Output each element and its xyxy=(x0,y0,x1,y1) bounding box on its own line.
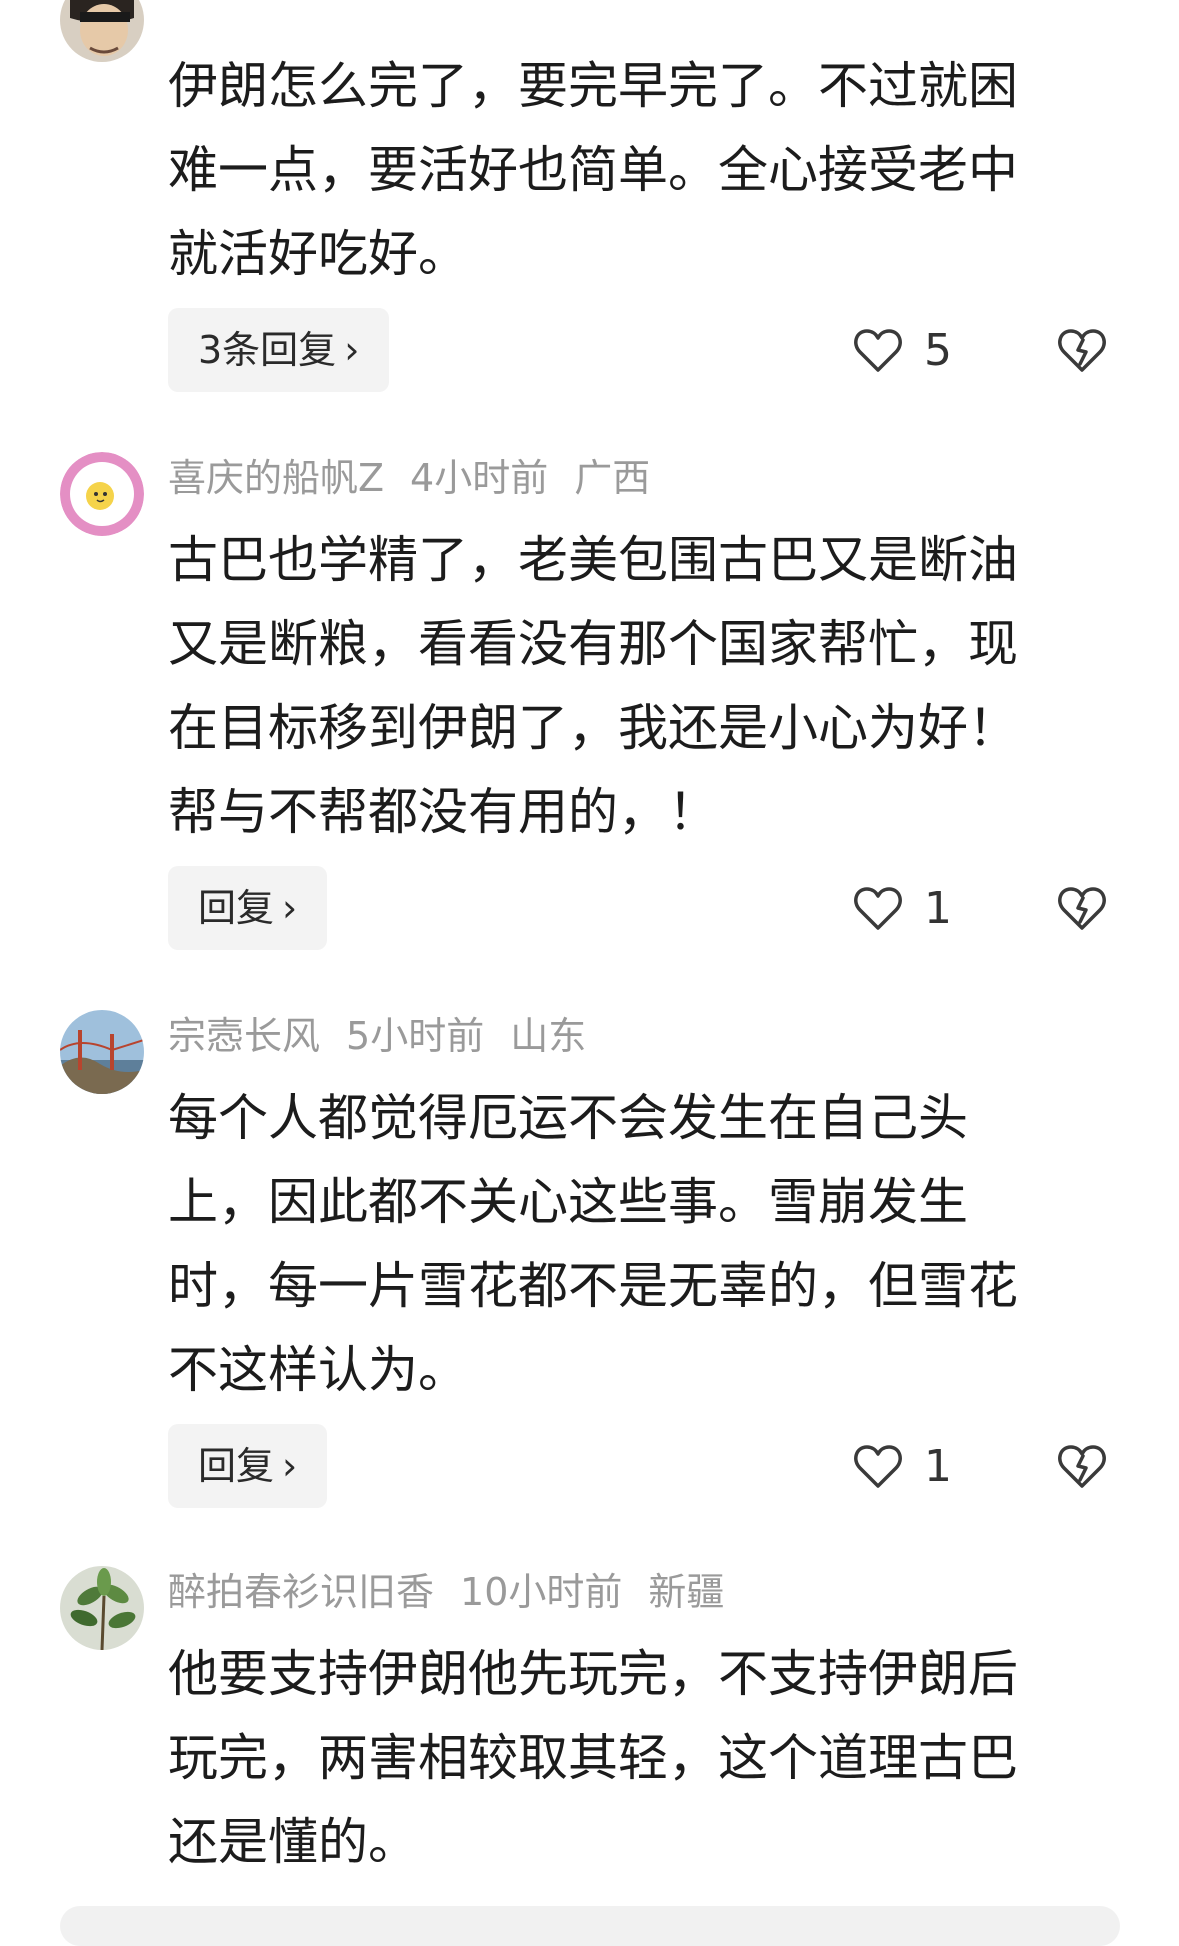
chevron-right-icon: › xyxy=(282,1444,298,1488)
username[interactable]: 宗悫长风 xyxy=(168,1014,320,1058)
bottom-input-bar[interactable] xyxy=(60,1906,1120,1946)
comment-meta: 宗悫长风 5小时前 山东 xyxy=(168,1006,612,1066)
username[interactable]: 喜庆的船帆Z xyxy=(168,456,384,500)
username[interactable]: 醉拍春衫识旧香 xyxy=(168,1570,434,1614)
like-count: 1 xyxy=(924,882,952,934)
like-count: 5 xyxy=(924,324,952,376)
timestamp: 5小时前 xyxy=(346,1014,485,1058)
user-avatar[interactable] xyxy=(60,0,144,62)
user-avatar[interactable] xyxy=(60,1010,144,1094)
location: 广西 xyxy=(574,456,651,500)
like-count: 1 xyxy=(924,1440,952,1492)
like-button[interactable]: 1 xyxy=(852,866,952,950)
heart-outline-icon xyxy=(854,1445,902,1488)
comment-text: 伊朗怎么完了，要完早完了。不过就困 难一点，要活好也简单。全心接受老中 就活好吃… xyxy=(168,57,1018,283)
user-avatar[interactable] xyxy=(60,452,144,536)
location: 新疆 xyxy=(648,1570,725,1614)
comment-text: 古巴也学精了，老美包围古巴又是断油 又是断粮，看看没有那个国家帮忙，现 在目标移… xyxy=(168,531,1018,841)
reply-button[interactable]: 回复 › xyxy=(168,866,328,950)
user-avatar[interactable] xyxy=(60,1566,144,1650)
dislike-button[interactable] xyxy=(1056,1424,1108,1508)
broken-heart-icon xyxy=(1058,887,1106,930)
timestamp: 4小时前 xyxy=(410,456,549,500)
chevron-right-icon: › xyxy=(282,886,298,930)
comment-text: 他要支持伊朗他先玩完，不支持伊朗后 玩完，两害相较取其轻，这个道理古巴 还是懂的… xyxy=(168,1645,1018,1871)
dislike-button[interactable] xyxy=(1056,866,1108,950)
heart-outline-icon xyxy=(854,329,902,372)
comment-text: 每个人都觉得厄运不会发生在自己头 上，因此都不关心这些事。雪崩发生 时，每一片雪… xyxy=(168,1089,1018,1399)
heart-outline-icon xyxy=(854,887,902,930)
comment-meta: 醉拍春衫识旧香 10小时前 新疆 xyxy=(168,1562,750,1622)
dislike-button[interactable] xyxy=(1056,308,1108,392)
broken-heart-icon xyxy=(1058,1445,1106,1488)
like-button[interactable]: 5 xyxy=(852,308,952,392)
location: 山东 xyxy=(510,1014,587,1058)
comment-meta: 喜庆的船帆Z 4小时前 广西 xyxy=(168,448,676,508)
like-button[interactable]: 1 xyxy=(852,1424,952,1508)
timestamp: 10小时前 xyxy=(460,1570,623,1614)
chevron-right-icon: › xyxy=(344,328,360,372)
broken-heart-icon xyxy=(1058,329,1106,372)
reply-button[interactable]: 回复 › xyxy=(168,1424,328,1508)
view-replies-button[interactable]: 3条回复 › xyxy=(168,308,390,392)
